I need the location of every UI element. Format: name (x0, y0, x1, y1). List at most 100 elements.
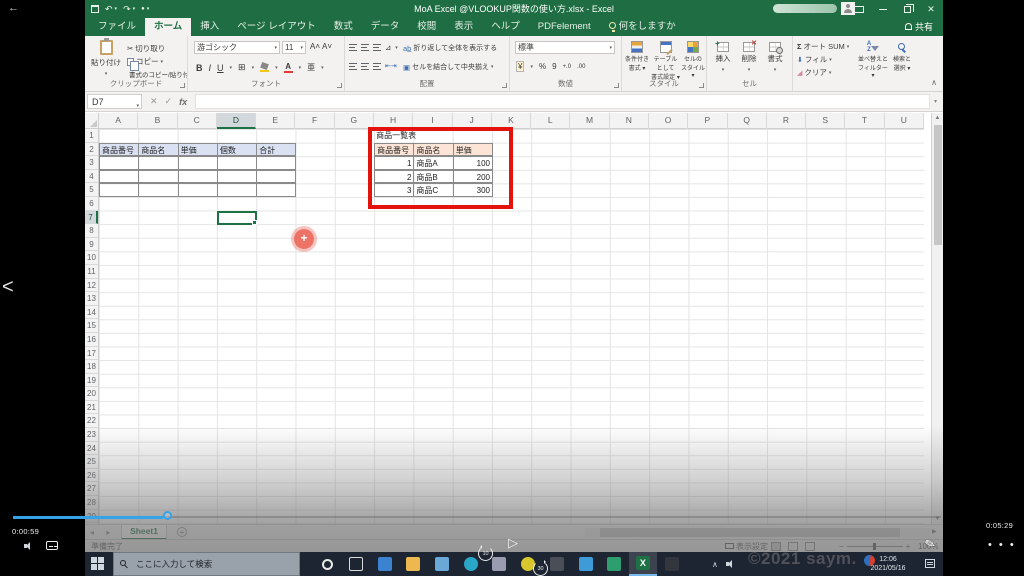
play-button[interactable]: ▷ (508, 536, 518, 550)
ribbon-display-options-button[interactable] (847, 0, 871, 18)
row-header-8[interactable]: 8 (85, 224, 98, 238)
font-name-select[interactable]: 游ゴシック ▾ (194, 41, 280, 54)
horizontal-scrollbar[interactable] (585, 528, 930, 537)
back-icon[interactable]: ← (8, 2, 19, 14)
row-header-25[interactable]: 25 (85, 455, 98, 469)
find-select-button[interactable]: 検索と 選択 ▾ (889, 41, 915, 72)
taskbar-icon-mail[interactable] (571, 552, 600, 576)
sheet-tab-sheet1[interactable]: Sheet1 (121, 525, 167, 540)
collapse-ribbon-icon[interactable]: ∧ (931, 78, 937, 87)
column-header-Q[interactable]: Q (728, 113, 767, 129)
tab-ページ レイアウト[interactable]: ページ レイアウト (228, 18, 324, 36)
left-table-cell[interactable] (138, 156, 179, 170)
row-header-2[interactable]: 2 (85, 143, 98, 157)
fill-button[interactable]: ⬇ フィル ▾ (797, 54, 832, 65)
vertical-scroll-thumb[interactable] (934, 125, 942, 245)
grow-font-button[interactable]: A˄ (310, 42, 320, 51)
column-header-M[interactable]: M (570, 113, 610, 129)
zoom-slider[interactable] (846, 543, 903, 550)
tab-数式[interactable]: 数式 (325, 18, 362, 36)
underline-button[interactable]: U (217, 63, 224, 73)
shrink-font-button[interactable]: A˅ (322, 42, 332, 51)
left-table-cell[interactable] (138, 183, 179, 197)
borders-button[interactable]: ⊞ (238, 62, 246, 73)
tab-ヘルプ[interactable]: ヘルプ (482, 18, 529, 36)
previous-chevron-icon[interactable]: < (2, 276, 14, 299)
scroll-right-icon[interactable]: ▶ (932, 528, 937, 535)
column-header-P[interactable]: P (688, 113, 728, 129)
taskbar-icon-file-explorer[interactable] (399, 552, 428, 576)
name-box[interactable]: D7 ▾ (87, 94, 142, 109)
share-button[interactable]: 共有 (904, 18, 933, 36)
tab-表示[interactable]: 表示 (445, 18, 482, 36)
orientation-button[interactable]: ⊿ (385, 43, 391, 52)
row-header-17[interactable]: 17 (85, 347, 98, 361)
cut-button[interactable]: ✂ 切り取り (127, 43, 165, 54)
column-header-U[interactable]: U (885, 113, 924, 129)
row-header-15[interactable]: 15 (85, 319, 98, 333)
column-header-L[interactable]: L (531, 113, 571, 129)
clear-button[interactable]: ◢ クリア ▾ (797, 67, 831, 78)
tab-校閲[interactable]: 校閲 (408, 18, 445, 36)
left-table-cell[interactable] (256, 169, 297, 184)
indent-icons[interactable]: ⇤⇥ (385, 62, 397, 70)
row-header-13[interactable]: 13 (85, 292, 98, 306)
font-size-select[interactable]: 11 ▾ (282, 41, 306, 54)
clipboard-dialog-launcher-icon[interactable] (180, 83, 185, 88)
row-header-24[interactable]: 24 (85, 442, 98, 456)
scroll-up-icon[interactable]: ▲ (932, 113, 943, 123)
row-header-21[interactable]: 21 (85, 401, 98, 415)
row-header-5[interactable]: 5 (85, 183, 98, 197)
sheet-nav-icons[interactable]: ◂ ▸ (90, 525, 115, 540)
number-dialog-launcher-icon[interactable] (614, 83, 619, 88)
account-name-pill[interactable] (773, 4, 837, 13)
left-table-cell[interactable] (177, 169, 218, 184)
insert-function-icon[interactable]: fx (179, 97, 187, 107)
align-center-icon[interactable] (361, 62, 369, 70)
player-volume-icon[interactable] (24, 541, 33, 550)
taskbar-icon-cortana[interactable] (313, 552, 342, 576)
column-header-E[interactable]: E (256, 113, 296, 129)
row-header-26[interactable]: 26 (85, 469, 98, 483)
row-header-28[interactable]: 28 (85, 496, 98, 510)
column-header-A[interactable]: A (99, 113, 139, 129)
progress-handle[interactable] (163, 511, 172, 520)
left-table-cell[interactable] (99, 156, 140, 170)
left-table-cell[interactable] (216, 156, 258, 170)
row-header-22[interactable]: 22 (85, 414, 98, 429)
paste-button[interactable]: 貼り付け ▾ (88, 38, 124, 77)
conditional-formatting-button[interactable]: 条件付き 書式 ▾ (623, 41, 651, 72)
column-header-T[interactable]: T (845, 113, 885, 129)
row-header-18[interactable]: 18 (85, 360, 98, 374)
decrease-decimal-button[interactable]: .00 (577, 64, 585, 70)
column-header-D[interactable]: D (216, 113, 257, 129)
taskbar-icon-app-green[interactable] (600, 552, 629, 576)
left-table-cell[interactable] (256, 183, 297, 197)
row-header-19[interactable]: 19 (85, 374, 98, 388)
column-header-F[interactable]: F (295, 113, 335, 129)
format-as-table-button[interactable]: テーブルとして 書式設定 ▾ (651, 41, 680, 81)
cell-styles-button[interactable]: セルの スタイル ▾ (680, 41, 706, 79)
font-color-button[interactable]: A (283, 62, 293, 73)
row-header-27[interactable]: 27 (85, 482, 98, 497)
merge-center-button[interactable]: ▣ セルを結合して中央揃え ▾ (403, 62, 493, 72)
row-header-23[interactable]: 23 (85, 428, 98, 442)
styles-dialog-launcher-icon[interactable] (699, 83, 704, 88)
selected-cell-D7[interactable] (216, 210, 257, 226)
row-header-4[interactable]: 4 (85, 170, 98, 184)
row-header-20[interactable]: 20 (85, 387, 98, 401)
row-header-1[interactable]: 1 (85, 129, 98, 143)
align-left-icon[interactable] (349, 62, 357, 70)
format-cells-button[interactable]: 書式 ▾ (763, 42, 787, 73)
align-right-icon[interactable] (373, 62, 381, 70)
row-header-14[interactable]: 14 (85, 306, 98, 320)
horizontal-scroll-thumb[interactable] (600, 528, 900, 537)
close-button[interactable]: ✕ (919, 0, 943, 18)
notification-center-icon[interactable] (925, 559, 935, 568)
tray-chevron-icon[interactable]: ∧ (712, 560, 718, 569)
italic-button[interactable]: I (209, 63, 212, 73)
column-header-S[interactable]: S (806, 113, 846, 129)
left-table-cell[interactable] (256, 156, 297, 170)
tab-ホーム[interactable]: ホーム (145, 18, 192, 36)
align-top-icon[interactable] (349, 44, 357, 51)
